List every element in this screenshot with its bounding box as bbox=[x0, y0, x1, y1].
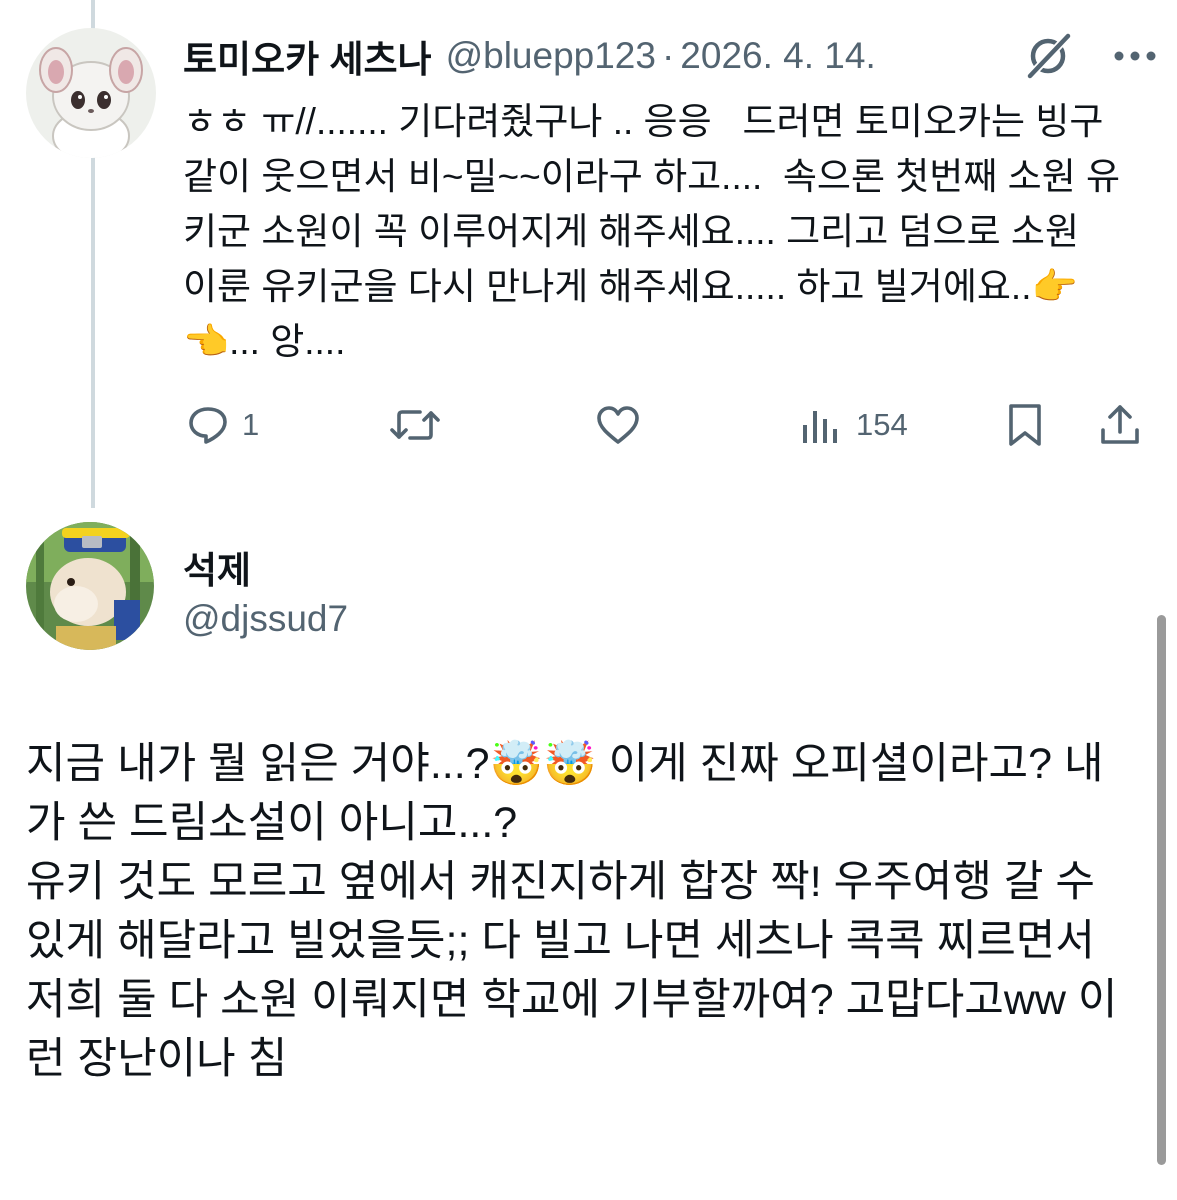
reply-button[interactable]: 1 bbox=[186, 395, 259, 455]
main-tweet-text: 지금 내가 뭘 읽은 거야...?🤯🤯 이게 진짜 오피셜이라고? 내가 쓴 드… bbox=[26, 740, 1118, 1083]
reply-author-avatar[interactable] bbox=[26, 28, 156, 158]
main-display-name[interactable]: 석제 bbox=[183, 540, 251, 594]
retweet-button[interactable] bbox=[387, 395, 443, 455]
reply-text: ㅎㅎ ㅠ//....... 기다려줬구나 .. 응응 드러면 토미오카는 빙구같… bbox=[183, 101, 1121, 362]
scrollbar[interactable] bbox=[1157, 615, 1166, 1165]
reply-date[interactable]: 2026. 4. 14. bbox=[680, 35, 875, 77]
heart-icon bbox=[594, 403, 642, 447]
main-handle[interactable]: @djssud7 bbox=[183, 598, 348, 640]
share-button[interactable] bbox=[1098, 395, 1142, 455]
views-count: 154 bbox=[856, 407, 908, 442]
share-icon bbox=[1098, 402, 1142, 448]
views-icon bbox=[800, 403, 844, 447]
bookmark-icon bbox=[1003, 402, 1047, 448]
reply-count: 1 bbox=[242, 407, 260, 442]
reply-display-name[interactable]: 토미오카 세츠나 bbox=[183, 29, 432, 83]
main-author-avatar[interactable] bbox=[26, 522, 154, 650]
reply-separator: · bbox=[661, 35, 675, 76]
views-button[interactable]: 154 bbox=[800, 395, 908, 455]
grok-icon[interactable] bbox=[1022, 30, 1074, 82]
reply-handle[interactable]: @bluepp123 bbox=[446, 35, 656, 77]
reply-action-bar: 1 154 bbox=[0, 395, 1177, 455]
reply-icon bbox=[186, 403, 230, 447]
bookmark-button[interactable] bbox=[1003, 395, 1047, 455]
retweet-icon bbox=[387, 403, 443, 447]
like-button[interactable] bbox=[594, 395, 642, 455]
more-icon[interactable] bbox=[1112, 34, 1158, 78]
reply-header: 토미오카 세츠나 @bluepp123 · 2026. 4. 14. bbox=[183, 26, 1163, 86]
